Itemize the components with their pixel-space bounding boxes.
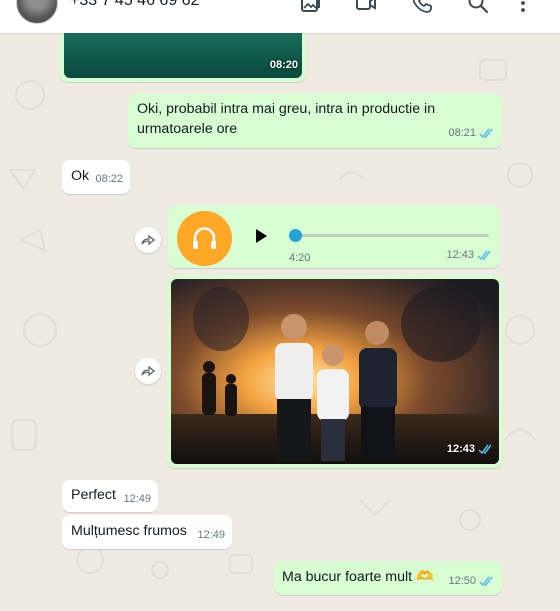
contact-phone[interactable]: +33 7 45 46 69 62 (70, 0, 199, 10)
headphones-icon (193, 227, 216, 249)
read-ticks-icon (477, 250, 491, 260)
message-time: 08:20 (269, 59, 298, 71)
forward-button[interactable] (135, 227, 161, 253)
audio-duration: 4:20 (289, 252, 311, 264)
message-time: 12:49 (197, 529, 225, 541)
message-time: 12:50 (448, 575, 476, 587)
video-call-icon[interactable] (354, 0, 378, 15)
more-options-icon[interactable] (511, 0, 535, 15)
message-text: Ok (71, 168, 90, 184)
message-time: 12:43 (446, 249, 474, 261)
message-text: Ma bucur foarte mult 🫶 (282, 569, 434, 585)
audio-progress-dot[interactable] (289, 229, 302, 242)
forward-icon (141, 234, 156, 246)
message-time: 12:49 (123, 493, 151, 505)
chat-header: +33 7 45 46 69 62 (0, 0, 560, 33)
avatar[interactable] (16, 0, 58, 24)
message-text: Mulțumesc frumos (71, 523, 187, 539)
read-ticks-icon (478, 444, 492, 454)
message-time: 08:21 (448, 127, 476, 139)
play-button[interactable] (254, 228, 268, 244)
audio-progress-track[interactable] (295, 234, 489, 237)
audio-message[interactable]: 4:20 12:43 (168, 206, 500, 268)
message-time: 12:43 (446, 443, 475, 455)
voice-call-icon[interactable] (410, 0, 434, 15)
search-icon[interactable] (466, 0, 490, 15)
image-message[interactable]: 12:43 (167, 275, 503, 468)
read-ticks-icon (479, 576, 493, 586)
forward-button[interactable] (135, 358, 161, 384)
outgoing-message[interactable]: Oki, probabil intra mai greu, intra in p… (128, 94, 502, 148)
message-time: 08:22 (95, 173, 123, 185)
forward-icon (141, 365, 156, 377)
message-text: Oki, probabil intra mai greu, intra in p… (137, 101, 436, 137)
incoming-message[interactable]: Perfect 12:49 (62, 480, 158, 512)
outgoing-message[interactable]: Ma bucur foarte mult 🫶 12:50 (274, 561, 502, 595)
audio-avatar (177, 211, 232, 266)
incoming-message[interactable]: Ok 08:22 (62, 160, 130, 194)
read-ticks-icon (479, 128, 493, 138)
gallery-icon[interactable] (298, 0, 322, 15)
message-image[interactable] (171, 279, 499, 464)
incoming-message[interactable]: Mulțumesc frumos 12:49 (62, 515, 232, 549)
message-text: Perfect (71, 487, 116, 503)
